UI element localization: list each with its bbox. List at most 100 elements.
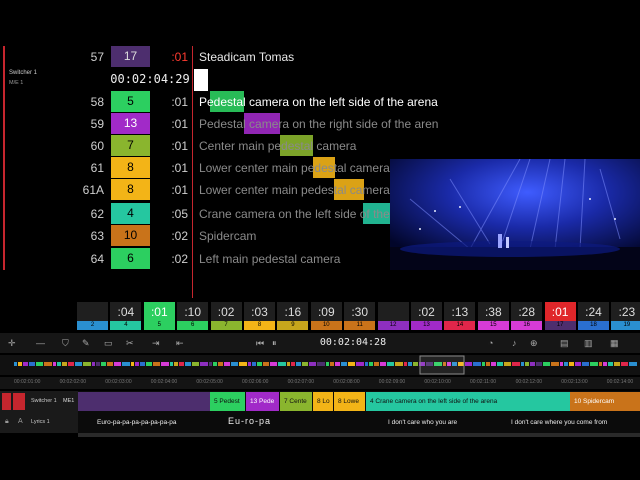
overview-clip xyxy=(44,362,52,366)
camera-cell[interactable]: :02 7 xyxy=(210,302,242,330)
shield-icon[interactable]: ⛉ xyxy=(62,337,69,349)
camera-cell[interactable]: :24 18 xyxy=(578,302,609,330)
audio-icon[interactable]: ♪ xyxy=(512,337,517,349)
camera-number: 6 xyxy=(177,321,209,330)
layout-a-icon[interactable]: ▤ xyxy=(560,337,569,349)
cut-icon[interactable]: ✂ xyxy=(126,337,134,349)
overview-clip xyxy=(192,362,199,366)
join-icon[interactable]: ⇤ xyxy=(176,337,184,349)
shot-row[interactable]: 63 10:02 Spidercam xyxy=(0,225,390,247)
overview-clip xyxy=(582,362,589,366)
camera-cell[interactable]: :01 5 xyxy=(143,302,175,330)
camera-number: 8 xyxy=(244,321,275,330)
overview-clip xyxy=(482,362,485,366)
camera-cell[interactable]: :01 17 xyxy=(544,302,576,330)
overview-clip xyxy=(257,362,262,366)
timeline-clip[interactable]: 8 Lowe xyxy=(334,392,365,411)
timeline-clip[interactable]: 4 Crane camera on the left side of the a… xyxy=(366,392,570,411)
camera-cell[interactable]: :30 11 xyxy=(344,302,376,330)
timeline-clip[interactable] xyxy=(78,392,210,411)
trim-icon[interactable]: — xyxy=(36,337,45,349)
speed-icon[interactable]: ◔ xyxy=(488,337,493,349)
lyric-4[interactable]: I don't care where you come from xyxy=(511,419,607,426)
shot-row[interactable]: 64 6:02 Left main pedestal camera xyxy=(0,248,390,270)
camera-number: 17 xyxy=(544,321,576,330)
overview-clip xyxy=(356,362,364,366)
video-preview[interactable] xyxy=(390,159,640,270)
skip-back-icon[interactable]: ⏮ xyxy=(256,337,264,349)
camera-cell[interactable]: :02 13 xyxy=(411,302,442,330)
camera-time: :01 xyxy=(150,305,168,319)
camera-time: :01 xyxy=(551,305,569,319)
camera-cell[interactable]: :16 9 xyxy=(277,302,309,330)
overview-clip xyxy=(239,362,247,366)
overview-clip xyxy=(185,362,191,366)
timeline-clip[interactable]: 7 Cente xyxy=(280,392,312,411)
overview-clip xyxy=(525,362,529,366)
zoom-icon[interactable]: ⊕ xyxy=(530,337,538,349)
camera-cell[interactable]: :10 6 xyxy=(177,302,209,330)
record-icon[interactable] xyxy=(2,393,11,410)
camera-cell[interactable]: 12 xyxy=(377,302,409,330)
overview-clip xyxy=(18,362,22,366)
overview-clip xyxy=(317,362,325,366)
overview-clip xyxy=(270,362,277,366)
shot-row[interactable]: 61 8:01 Lower center main pedestal camera xyxy=(0,157,390,179)
timeline-clip[interactable]: 8 Lo xyxy=(313,392,333,411)
camera-cell[interactable]: :13 14 xyxy=(444,302,476,330)
camera-cell[interactable]: 2 xyxy=(77,302,108,330)
shot-row[interactable]: 59 13:01 Pedestal camera on the right side… xyxy=(0,113,439,135)
shot-row[interactable]: 62 4:05 Crane camera on the left side of t… xyxy=(0,203,424,225)
current-timecode: 00:02:04:29 xyxy=(110,72,190,86)
lyric-2[interactable]: Eu-ro-pa xyxy=(228,416,271,426)
timeline-overview[interactable] xyxy=(0,355,640,375)
camera-cell[interactable]: :38 15 xyxy=(477,302,509,330)
ruler-tick-label: 00:02:07:00 xyxy=(287,379,315,385)
transport-timecode: 00:02:04:28 xyxy=(319,337,387,348)
shot-number: 62 xyxy=(90,207,104,221)
shot-row[interactable]: 60 7:01 Center main pedestal camera xyxy=(0,135,390,157)
shot-row[interactable]: 61A 8:01 Lower center main pedestal camera xyxy=(0,179,390,201)
split-icon[interactable]: ⇥ xyxy=(152,337,160,349)
ruler-tick-label: 00:02:04:00 xyxy=(150,379,178,385)
overview-clip xyxy=(218,362,223,366)
overview-clip xyxy=(486,362,490,366)
overview-clip xyxy=(413,362,418,366)
camera-time: :28 xyxy=(518,305,536,319)
text-icon[interactable]: A xyxy=(18,418,23,425)
layout-c-icon[interactable]: ▦ xyxy=(610,337,619,349)
timeline-scrollbar[interactable] xyxy=(78,433,640,437)
overview-viewport[interactable] xyxy=(419,355,465,375)
shot-row[interactable]: 58 5:01 Pedestal camera on the left side o… xyxy=(0,91,438,113)
edit-icon[interactable]: ✎ xyxy=(82,337,90,349)
overview-clip xyxy=(380,362,386,366)
lyric-3[interactable]: I don't care who you are xyxy=(388,419,457,426)
ruler-tick-label: 00:02:01:00 xyxy=(14,379,41,385)
lyric-1[interactable]: Euro-pa-pa-pa-pa-pa-pa-pa xyxy=(97,419,177,426)
camera-cell[interactable]: :04 4 xyxy=(110,302,142,330)
add-icon[interactable]: ✛ xyxy=(8,337,16,349)
shot-row[interactable]: 57 17:01 Steadicam Tomas xyxy=(0,46,390,68)
layout-b-icon[interactable]: ▥ xyxy=(584,337,593,349)
pause-icon[interactable]: ⏸ xyxy=(272,337,277,349)
time-ruler[interactable]: 00:02:01:00 00:02:02:00 00:02:03:00 00:02:0… xyxy=(0,377,640,389)
timeline-clip[interactable]: 5 Pedest xyxy=(210,392,245,411)
timeline-clip[interactable]: 10 Spidercam xyxy=(570,392,640,411)
camera-cell[interactable]: :28 16 xyxy=(511,302,543,330)
overview-clip xyxy=(512,362,520,366)
camera-cell[interactable]: :03 8 xyxy=(244,302,275,330)
lock-icon[interactable]: 🔒︎ xyxy=(5,418,9,426)
camera-cell[interactable]: :23 19 xyxy=(611,302,640,330)
camera-time: :38 xyxy=(484,305,502,319)
overview-clip xyxy=(599,362,602,366)
overview-clip xyxy=(75,362,82,366)
camera-time: :10 xyxy=(184,305,202,319)
timeline-clip[interactable]: 13 Pede xyxy=(246,392,279,411)
lyrics-track-header: 🔒︎ A Lyrics 1 xyxy=(0,412,78,433)
camera-cell[interactable]: :09 10 xyxy=(310,302,342,330)
clip-icon[interactable]: ▭ xyxy=(104,337,113,349)
switcher-track-header: Switcher 1 ME1 xyxy=(0,391,78,412)
lock-icon[interactable] xyxy=(13,393,25,410)
shot-number: 58 xyxy=(90,95,104,109)
overview-clip xyxy=(248,362,251,366)
